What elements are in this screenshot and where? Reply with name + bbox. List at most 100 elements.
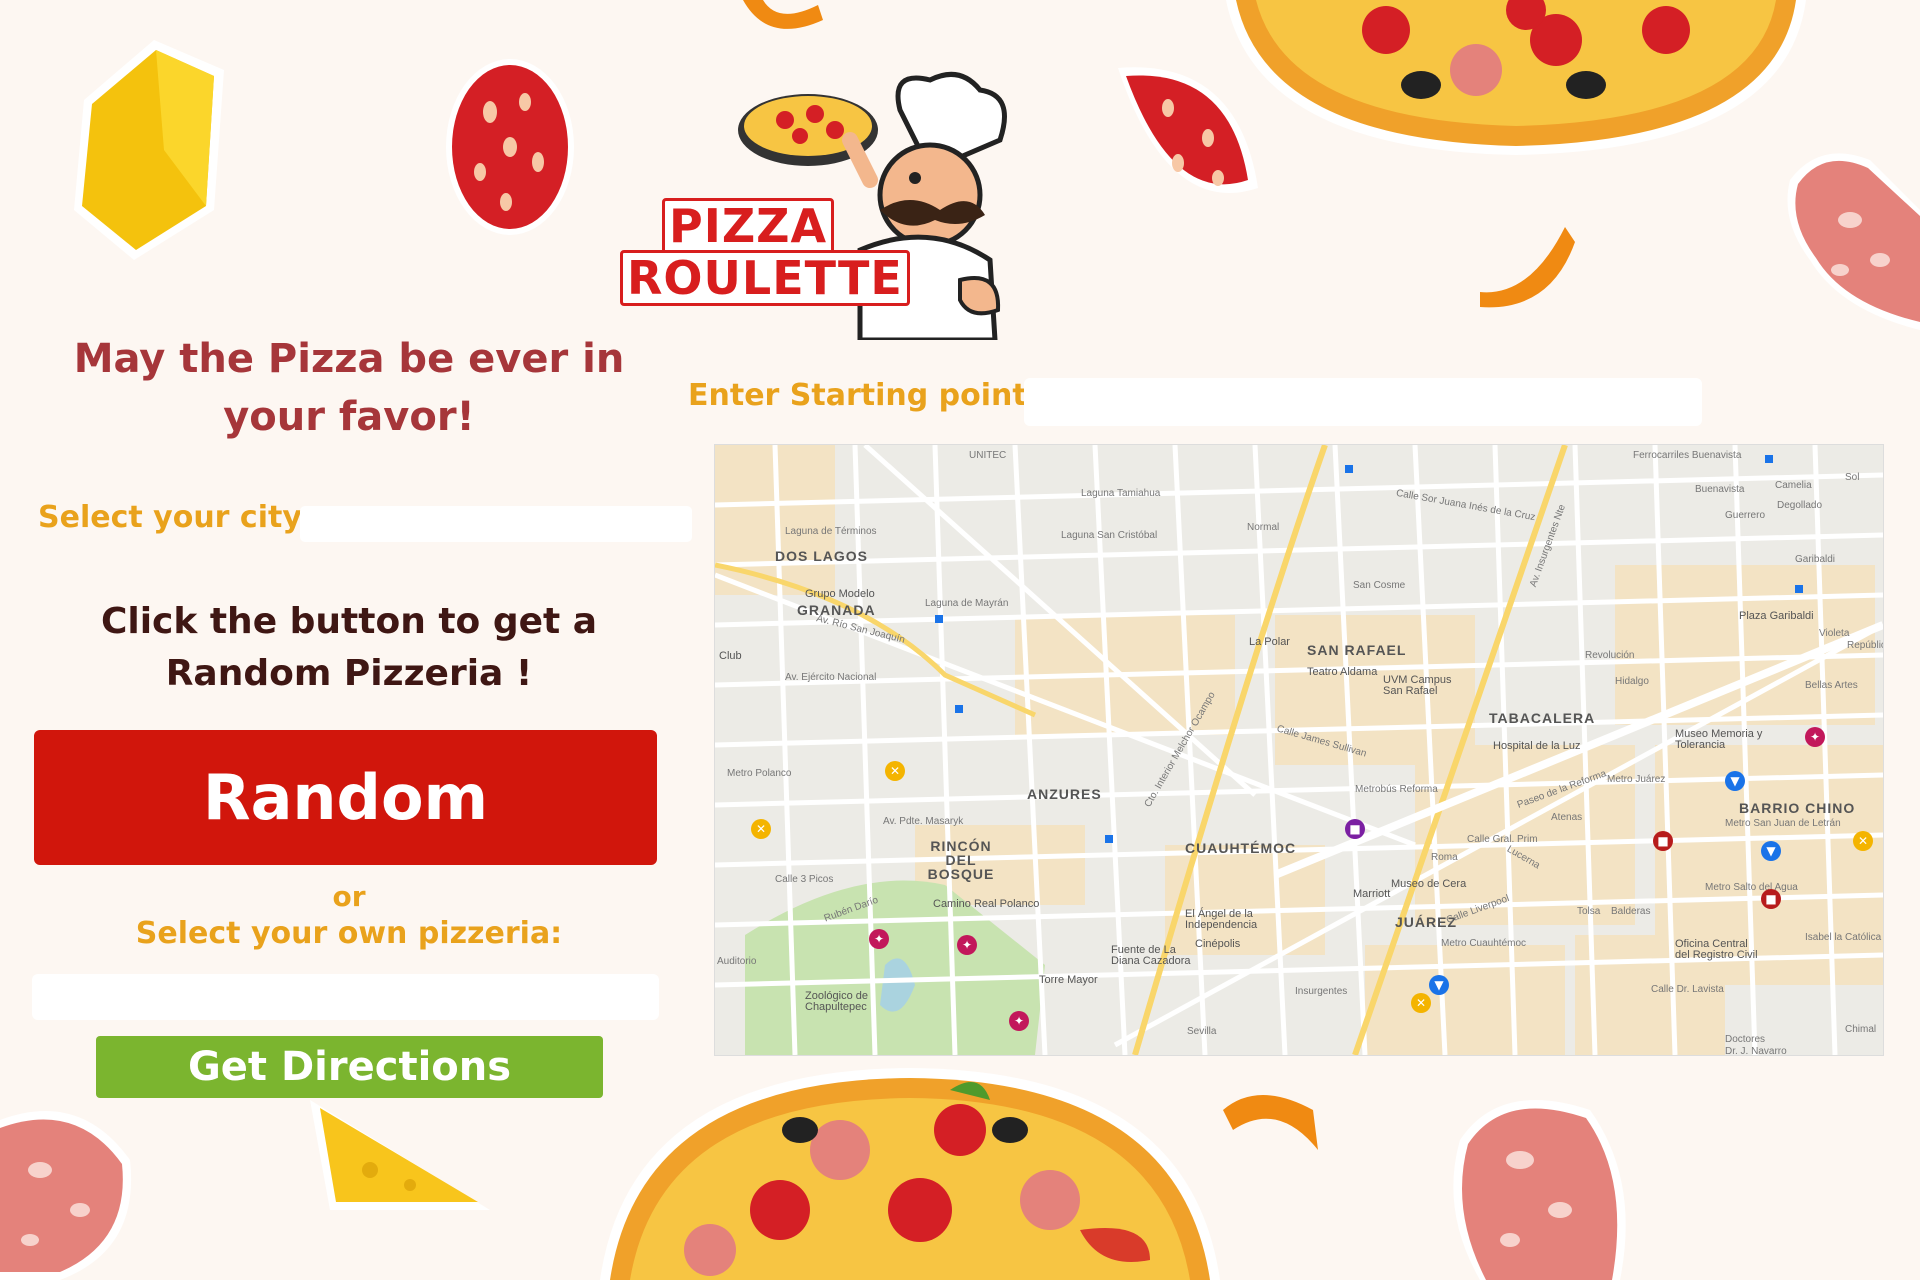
map-street-label: Calle Dr. Lavista xyxy=(1651,984,1724,995)
city-label: Select your city: xyxy=(38,500,314,535)
map-street-label: Revolución xyxy=(1585,650,1635,661)
shopping-pin-icon[interactable]: ■ xyxy=(1653,831,1673,851)
logo-line-pizza: PIZZA xyxy=(662,198,835,254)
map-street-label: Doctores xyxy=(1725,1034,1766,1045)
map-street-label: Laguna San Cristóbal xyxy=(1061,530,1158,541)
get-directions-button[interactable]: Get Directions xyxy=(96,1036,603,1098)
pepper-decoration xyxy=(1223,1095,1318,1150)
map-street-label: Sol xyxy=(1845,472,1860,483)
starting-point-input[interactable] xyxy=(1024,378,1702,426)
pepperoni-decoration xyxy=(446,59,574,235)
map-street-label: Roma xyxy=(1431,852,1458,863)
map-area-label: TABACALERA xyxy=(1489,710,1596,726)
or-separator: or xyxy=(332,880,366,913)
map-place-label: La Polar xyxy=(1249,636,1290,648)
shopping-pin-icon[interactable]: ■ xyxy=(1345,819,1365,839)
map-place-label: El Ángel de la Independencia xyxy=(1185,908,1258,931)
random-instruction: Click the button to get a Random Pizzeri… xyxy=(100,601,598,694)
bar-pin-icon[interactable]: ▼ xyxy=(1725,771,1745,791)
map-place-label: Club xyxy=(719,650,742,662)
map-view[interactable]: DOS LAGOS GRANADA SAN RAFAEL TABACALERA … xyxy=(714,444,1884,1056)
salami-decoration xyxy=(0,1111,132,1280)
map-street-label: Camelia xyxy=(1775,480,1812,491)
random-button[interactable]: Random xyxy=(34,730,657,865)
map-street-label: República xyxy=(1847,640,1883,651)
restaurant-pin-icon[interactable]: ✕ xyxy=(1411,993,1431,1013)
tagline: May the Pizza be ever in your favor! xyxy=(73,336,625,440)
starting-point-label: Enter Starting point: xyxy=(688,378,1039,413)
map-street-label: Calle 3 Picos xyxy=(775,874,834,885)
map-street-label: Bellas Artes xyxy=(1805,680,1858,691)
map-street-label: Degollado xyxy=(1777,500,1823,511)
map-place-label: Museo Memoria y Tolerancia xyxy=(1675,728,1763,751)
map-place-label: Teatro Aldama xyxy=(1307,666,1378,678)
map-area-label: DOS LAGOS xyxy=(775,548,869,564)
map-street-label: Tolsa xyxy=(1577,906,1601,917)
map-place-label: Museo de Cera xyxy=(1391,878,1467,890)
map-street-label: Av. Pdte. Masaryk xyxy=(883,816,964,827)
restaurant-pin-icon[interactable]: ✕ xyxy=(1853,831,1873,851)
map-street-label: Atenas xyxy=(1551,812,1583,823)
map-street-label: Isabel la Católica xyxy=(1805,932,1882,943)
map-street-label: Ferrocarriles Buenavista xyxy=(1633,450,1742,461)
map-street-label: Metro Cuauhtémoc xyxy=(1441,938,1527,949)
pizza-decoration xyxy=(1226,0,1806,155)
city-input[interactable] xyxy=(300,506,692,542)
map-place-label: Oficina Central del Registro Civil xyxy=(1675,938,1758,961)
map-street-label: Chimal xyxy=(1845,1024,1877,1035)
salami-decoration xyxy=(1787,153,1920,330)
map-street-label: Sevilla xyxy=(1187,1026,1217,1037)
map-street-label: Laguna Tamiahua xyxy=(1081,488,1161,499)
map-street-label: Metro San Juan de Letrán xyxy=(1725,818,1841,829)
map-street-label: Dr. J. Navarro xyxy=(1725,1046,1787,1056)
map-street-label: Normal xyxy=(1247,522,1280,533)
map-street-label: Balderas xyxy=(1611,906,1651,917)
map-street-label: Metro Polanco xyxy=(727,768,792,779)
map-street-label: Garibaldi xyxy=(1795,554,1836,565)
map-street-label: Guerrero xyxy=(1725,510,1766,521)
map-street-label: Laguna de Términos xyxy=(785,526,877,537)
restaurant-pin-icon[interactable]: ✕ xyxy=(885,761,905,781)
map-street-label: Buenavista xyxy=(1695,484,1745,495)
map-street-label: Hidalgo xyxy=(1615,676,1649,687)
salami-decoration xyxy=(1453,1100,1626,1280)
map-street-label: Insurgentes xyxy=(1295,986,1348,997)
logo-line-roulette: ROULETTE xyxy=(620,250,910,306)
map-street-label: Metro Juárez xyxy=(1607,774,1666,785)
map-place-label: Plaza Garibaldi xyxy=(1739,610,1814,622)
map-street-label: UNITEC xyxy=(969,450,1007,461)
map-area-label: CUAUHTÉMOC xyxy=(1185,840,1297,856)
map-place-label: Fuente de La Diana Cazadora xyxy=(1111,944,1191,967)
museum-pin-icon[interactable]: ✦ xyxy=(957,935,977,955)
map-street-label: Metrobús Reforma xyxy=(1355,784,1438,795)
bar-pin-icon[interactable]: ▼ xyxy=(1429,975,1449,995)
map-place-label: Cinépolis xyxy=(1195,938,1241,950)
map-area-label: RINCÓN DEL BOSQUE xyxy=(927,838,995,882)
map-street-label: Auditorio xyxy=(717,956,757,967)
map-place-label: Grupo Modelo xyxy=(805,588,875,600)
pepper-decoration xyxy=(743,0,823,29)
pizzeria-input[interactable] xyxy=(32,974,659,1020)
own-pizzeria-label: Select your own pizzeria: xyxy=(135,916,563,951)
museum-pin-icon[interactable]: ✦ xyxy=(1009,1011,1029,1031)
map-street-label: San Cosme xyxy=(1353,580,1406,591)
map-street-label: Violeta xyxy=(1819,628,1850,639)
map-street-label: Laguna de Mayrán xyxy=(925,598,1009,609)
map-street-label: Calle Gral. Prim xyxy=(1467,834,1538,845)
museum-pin-icon[interactable]: ✦ xyxy=(869,929,889,949)
map-place-label: Zoológico de Chapultepec xyxy=(805,990,868,1013)
cheese-decoration xyxy=(74,40,224,260)
map-street-label: Av. Ejército Nacional xyxy=(785,672,877,683)
pepper-decoration xyxy=(1480,227,1575,308)
restaurant-pin-icon[interactable]: ✕ xyxy=(751,819,771,839)
map-area-label: GRANADA xyxy=(797,602,876,618)
shopping-pin-icon[interactable]: ■ xyxy=(1761,889,1781,909)
pizza-decoration xyxy=(600,1068,1220,1280)
map-place-label: Camino Real Polanco xyxy=(933,898,1040,910)
map-place-label: Torre Mayor xyxy=(1039,974,1098,986)
bar-pin-icon[interactable]: ▼ xyxy=(1761,841,1781,861)
map-area-label: ANZURES xyxy=(1027,786,1102,802)
museum-pin-icon[interactable]: ✦ xyxy=(1805,727,1825,747)
map-area-label: BARRIO CHINO xyxy=(1739,800,1856,816)
map-place-label: Hospital de la Luz xyxy=(1493,740,1581,752)
